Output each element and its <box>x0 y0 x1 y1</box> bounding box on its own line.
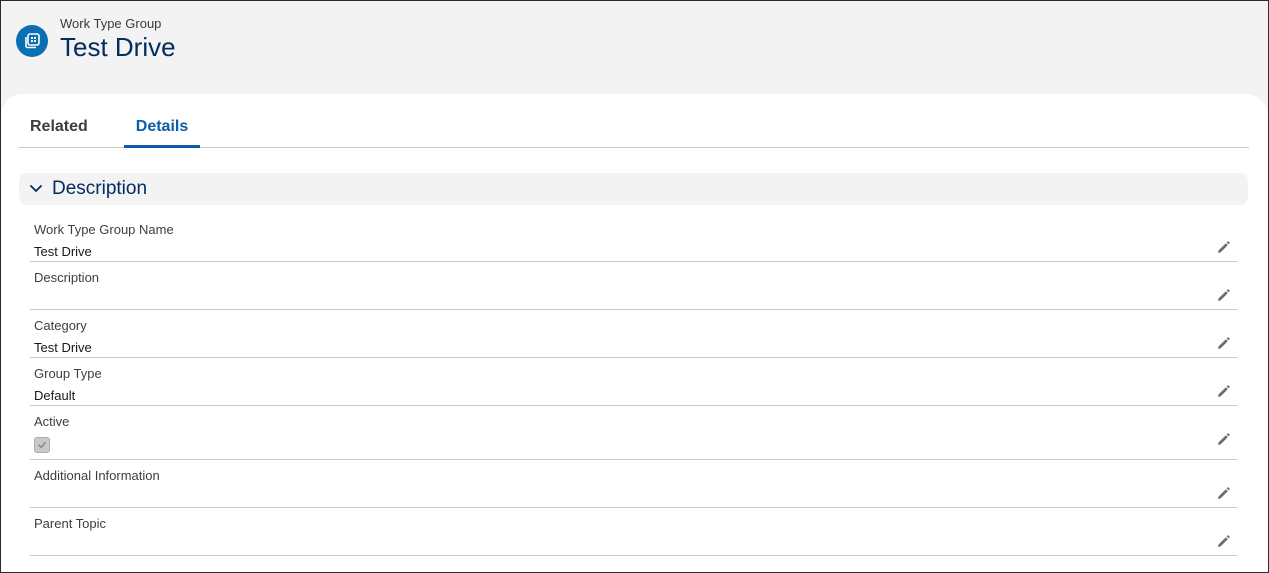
field-value: Default <box>34 388 76 403</box>
field-active: Active <box>30 410 1237 460</box>
record-card: Related Details Description Work Type Gr… <box>1 94 1268 572</box>
active-checkbox <box>34 437 50 453</box>
edit-pencil-icon[interactable] <box>1215 240 1231 256</box>
field-work-type-group-name: Work Type Group Name Test Drive <box>30 218 1237 262</box>
field-value: Test Drive <box>34 244 92 259</box>
field-label: Additional Information <box>34 468 160 483</box>
field-description: Description <box>30 266 1237 310</box>
field-label: Active <box>34 414 70 429</box>
tab-details-label: Details <box>135 118 189 135</box>
edit-pencil-icon[interactable] <box>1215 336 1231 352</box>
field-parent-topic: Parent Topic <box>30 512 1237 556</box>
edit-pencil-icon[interactable] <box>1215 288 1231 304</box>
edit-pencil-icon[interactable] <box>1215 432 1231 448</box>
field-category: Category Test Drive <box>30 314 1237 358</box>
edit-pencil-icon[interactable] <box>1215 384 1231 400</box>
active-tab-indicator <box>124 145 200 148</box>
field-label: Description <box>34 270 100 285</box>
field-label: Category <box>34 318 87 333</box>
tab-related[interactable]: Related <box>30 94 88 147</box>
field-label: Work Type Group Name <box>34 222 174 237</box>
record-header: Work Type Group Test Drive <box>1 1 1268 95</box>
checkmark-icon <box>38 441 46 449</box>
field-label: Parent Topic <box>34 516 107 531</box>
page-title: Test Drive <box>60 32 176 62</box>
section-description-toggle[interactable]: Description <box>19 173 1248 205</box>
field-group-type: Group Type Default <box>30 362 1237 406</box>
chevron-down-icon <box>30 185 42 192</box>
edit-pencil-icon[interactable] <box>1215 486 1231 502</box>
field-additional-information: Additional Information <box>30 464 1237 508</box>
work-type-group-icon <box>16 25 48 57</box>
edit-pencil-icon[interactable] <box>1215 534 1231 550</box>
tab-details[interactable]: Details <box>124 94 200 148</box>
app-frame: Work Type Group Test Drive Related Detai… <box>0 0 1269 573</box>
section-title: Description <box>52 178 148 199</box>
field-label: Group Type <box>34 366 102 381</box>
object-type-label: Work Type Group <box>60 16 162 31</box>
tab-bar: Related Details <box>18 94 1249 148</box>
field-value: Test Drive <box>34 340 92 355</box>
